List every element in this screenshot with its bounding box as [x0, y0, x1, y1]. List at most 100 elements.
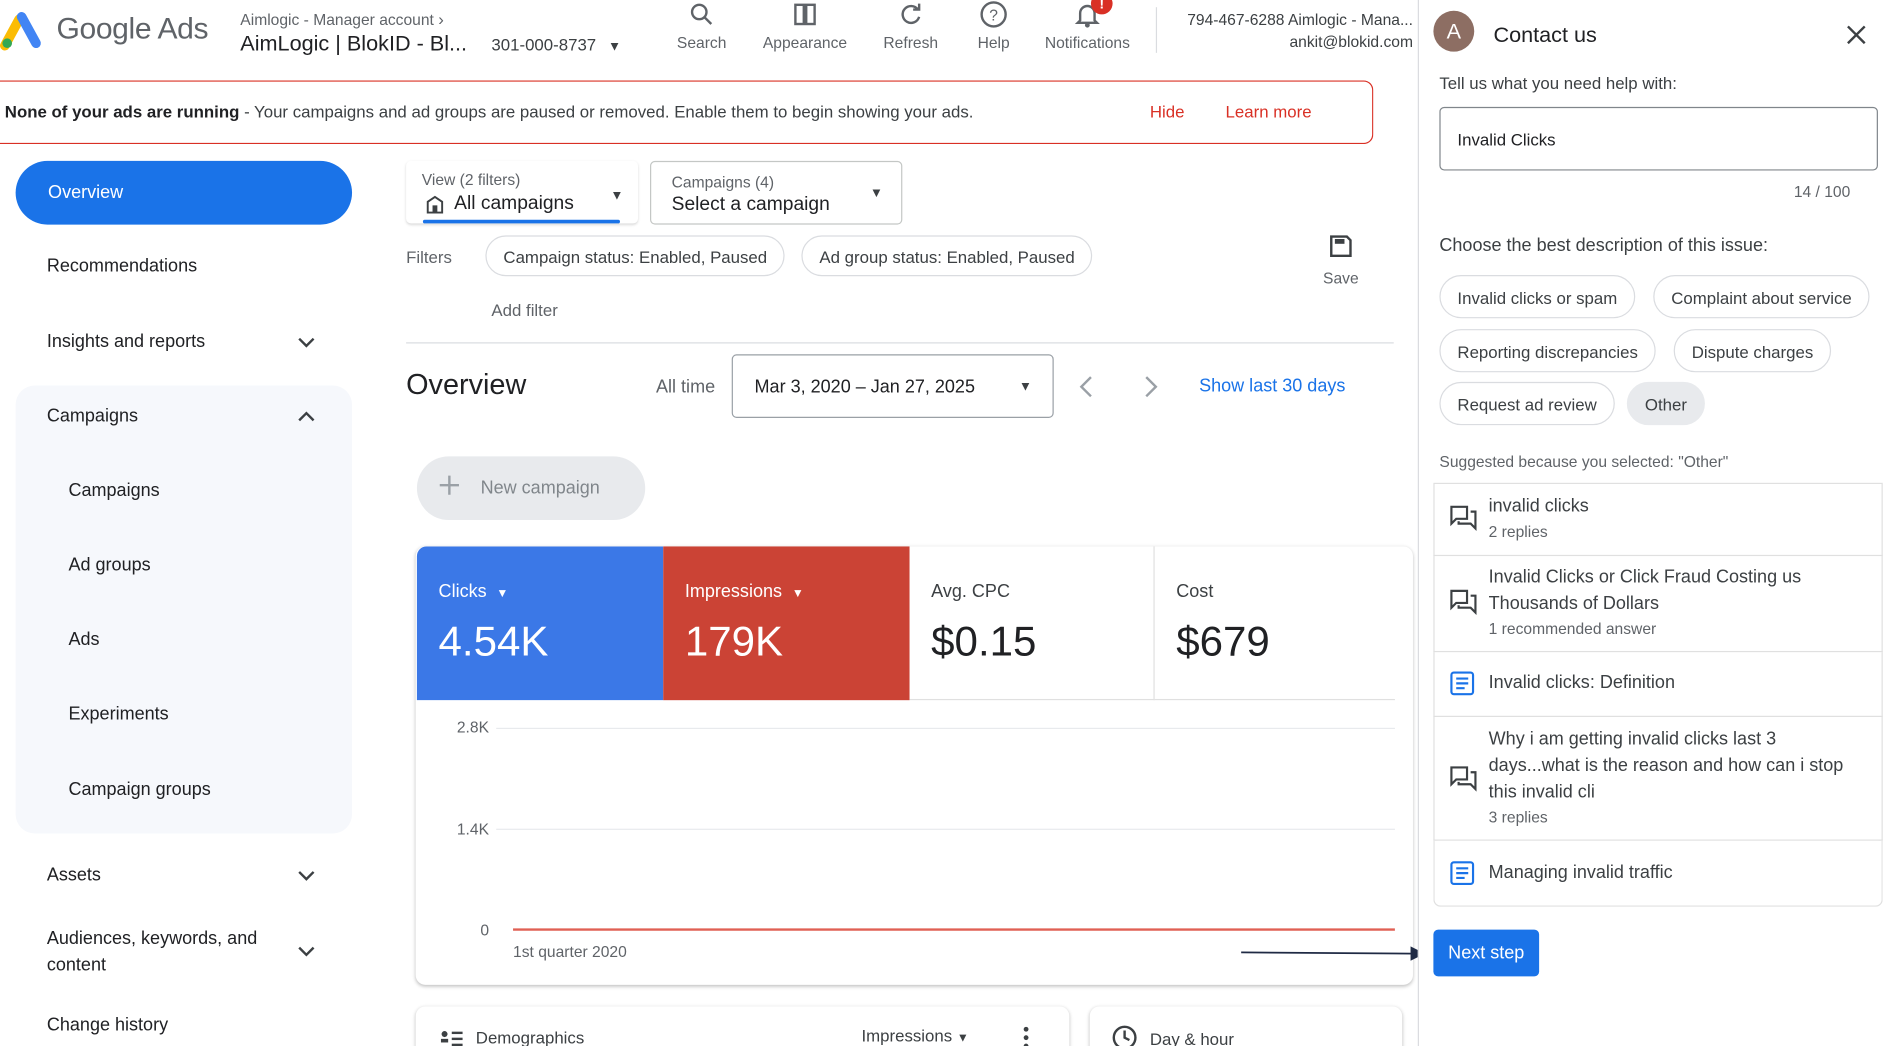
building-icon	[425, 195, 444, 214]
date-range-picker[interactable]: Mar 3, 2020 – Jan 27, 2025 ▼	[731, 354, 1054, 418]
toolbar-appearance-button[interactable]: Appearance	[757, 0, 853, 58]
divider	[406, 342, 1394, 344]
nav-assets[interactable]: Assets	[47, 865, 101, 885]
caret-down-icon: ▼	[496, 587, 509, 601]
campaign-select[interactable]: Campaigns (4) Select a campaign ▼	[650, 160, 903, 225]
caret-down-icon: ▼	[1018, 379, 1032, 394]
article-icon	[1449, 860, 1475, 886]
y-tick-label: 0	[480, 921, 490, 940]
page-title: Overview	[406, 368, 527, 402]
x-tick-label: 1st quarter 2020	[513, 942, 627, 961]
character-counter: 14 / 100	[1793, 182, 1851, 201]
result-item[interactable]: Managing invalid traffic	[1433, 840, 1883, 907]
toolbar-refresh-button[interactable]: Refresh	[863, 0, 959, 58]
demographics-metric-select[interactable]: Impressions ▼	[861, 1026, 968, 1045]
issue-chip-complaint[interactable]: Complaint about service	[1653, 275, 1870, 319]
help-topic-input[interactable]	[1439, 106, 1878, 171]
metric-tile-cost[interactable]: Cost $679	[1154, 546, 1395, 701]
nav-insights-and-reports[interactable]: Insights and reports	[47, 331, 205, 351]
suggested-label: Suggested because you selected: "Other"	[1439, 452, 1729, 471]
annotation-arrow	[1241, 946, 1425, 961]
clock-icon	[1111, 1024, 1137, 1046]
save-filter-button[interactable]: Save	[1317, 233, 1365, 287]
campaigns-nav-group	[15, 385, 353, 834]
caret-down-icon: ▼	[608, 39, 622, 55]
forum-icon	[1449, 588, 1478, 615]
toolbar-search-button[interactable]: Search	[654, 0, 750, 58]
y-tick-label: 1.4K	[456, 820, 490, 839]
manager-account-breadcrumb[interactable]: Aimlogic - Manager account ›	[240, 10, 444, 29]
add-filter-link[interactable]: Add filter	[491, 300, 557, 319]
close-icon[interactable]	[1846, 24, 1868, 46]
nav-sub-ads[interactable]: Ads	[68, 629, 99, 649]
nav-sub-campaigns[interactable]: Campaigns	[68, 480, 159, 500]
result-item[interactable]: Invalid clicks: Definition	[1433, 652, 1883, 717]
google-ads-logo-icon[interactable]	[0, 10, 48, 51]
plus-icon	[436, 472, 462, 498]
nav-campaigns-section[interactable]: Campaigns	[47, 406, 138, 426]
issue-chip-dispute-charges[interactable]: Dispute charges	[1673, 329, 1832, 373]
chevron-down-icon[interactable]	[297, 335, 316, 349]
filter-chip-campaign-status[interactable]: Campaign status: Enabled, Paused	[485, 235, 786, 277]
help-icon: ?	[980, 1, 1007, 28]
view-select-underline	[422, 219, 620, 224]
metric-tile-avg-cpc[interactable]: Avg. CPC $0.15	[909, 546, 1155, 701]
chevron-right-icon	[1145, 376, 1158, 398]
metric-clicks-value: 4.54K	[438, 618, 549, 666]
banner-message: None of your ads are running - Your camp…	[4, 102, 974, 122]
help-prompt-label: Tell us what you need help with:	[1439, 73, 1677, 93]
metric-tile-impressions[interactable]: Impressions ▼ 179K	[663, 546, 910, 701]
result-item[interactable]: Invalid Clicks or Click Fraud Costing us…	[1433, 556, 1883, 653]
appearance-icon	[794, 3, 816, 26]
caret-down-icon: ▼	[791, 587, 804, 601]
filter-chip-ad-group-status[interactable]: Ad group status: Enabled, Paused	[801, 235, 1093, 277]
toolbar-notifications-button[interactable]: Notifications !	[1038, 0, 1137, 58]
issue-description-label: Choose the best description of this issu…	[1439, 235, 1769, 256]
top-header: Google Ads Aimlogic - Manager account › …	[0, 0, 1418, 75]
nav-audiences-keywords-content[interactable]: Audiences, keywords, and content	[47, 926, 293, 979]
chevron-down-icon[interactable]	[297, 944, 316, 958]
y-tick-label: 2.8K	[456, 718, 490, 737]
result-item[interactable]: Why i am getting invalid clicks last 3 d…	[1433, 716, 1883, 841]
nav-sub-ad-groups[interactable]: Ad groups	[68, 555, 150, 575]
banner-learn-more-link[interactable]: Learn more	[1226, 102, 1312, 121]
show-last-30-days-link[interactable]: Show last 30 days	[1199, 376, 1345, 396]
issue-chip-ad-review[interactable]: Request ad review	[1439, 381, 1615, 426]
performance-line-chart	[513, 928, 1395, 931]
user-account-info[interactable]: 794-467-6288 Aimlogic - Mana... ankit@bl…	[1153, 10, 1413, 53]
chevron-up-icon[interactable]	[297, 410, 316, 424]
banner-hide-link[interactable]: Hide	[1150, 102, 1185, 121]
nav-overview[interactable]: Overview	[15, 160, 353, 225]
account-name[interactable]: AimLogic | BlokID - Bl...	[240, 31, 467, 56]
issue-chip-other-selected[interactable]: Other	[1626, 381, 1705, 426]
toolbar-help-button[interactable]: ? Help	[946, 0, 1042, 58]
nav-sub-campaign-groups[interactable]: Campaign groups	[68, 779, 210, 799]
demographics-icon	[440, 1029, 464, 1046]
filters-label: Filters	[406, 247, 452, 267]
forum-icon	[1449, 504, 1478, 531]
previous-period-button[interactable]	[1077, 374, 1096, 400]
metric-cost-value: $679	[1176, 618, 1270, 666]
issue-chip-invalid-clicks[interactable]: Invalid clicks or spam	[1439, 275, 1636, 319]
metric-avg-cpc-value: $0.15	[931, 618, 1037, 666]
issue-chip-reporting[interactable]: Reporting discrepancies	[1439, 329, 1656, 373]
metric-impressions-value: 179K	[684, 618, 784, 666]
nav-sub-experiments[interactable]: Experiments	[68, 704, 168, 724]
account-switcher[interactable]: 301-000-8737 ▼	[491, 35, 621, 54]
chevron-left-icon	[1079, 376, 1092, 398]
view-filter-select[interactable]: View (2 filters) All campaigns ▼	[406, 160, 638, 224]
metric-tile-clicks[interactable]: Clicks ▼ 4.54K	[416, 546, 664, 701]
caret-down-icon: ▼	[869, 186, 883, 201]
nav-change-history[interactable]: Change history	[47, 1015, 168, 1035]
nav-recommendations[interactable]: Recommendations	[47, 256, 197, 276]
ads-not-running-banner: None of your ads are running - Your camp…	[0, 80, 1374, 145]
next-step-button[interactable]: Next step	[1433, 929, 1540, 977]
panel-title: Contact us	[1493, 22, 1597, 47]
google-ads-logo-text[interactable]: Google Ads	[56, 12, 208, 47]
more-vert-icon[interactable]	[1022, 1026, 1029, 1046]
avatar[interactable]: A	[1433, 10, 1475, 52]
result-item[interactable]: invalid clicks 2 replies	[1433, 484, 1883, 557]
new-campaign-button[interactable]: New campaign	[416, 456, 646, 521]
next-period-button[interactable]	[1141, 374, 1160, 400]
chevron-down-icon[interactable]	[297, 868, 316, 882]
